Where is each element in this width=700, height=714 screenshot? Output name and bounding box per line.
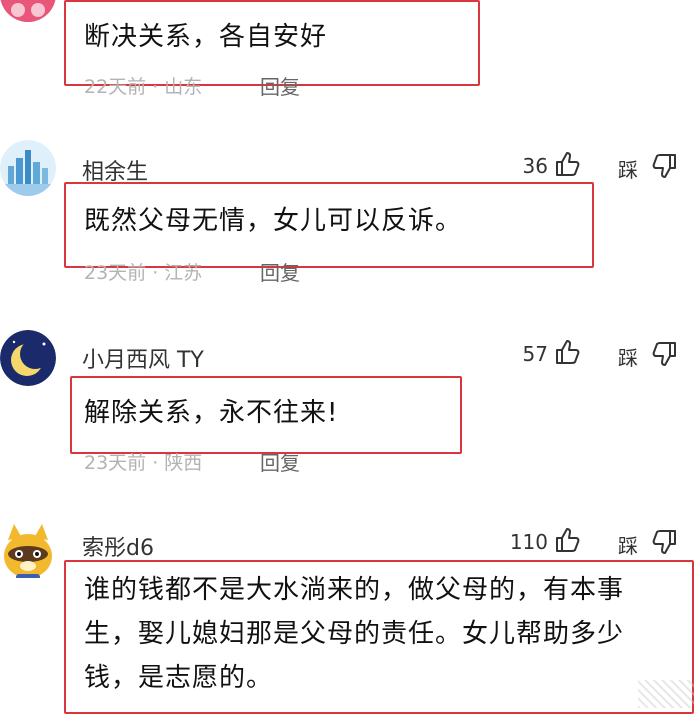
comment-location: 山东 (164, 76, 203, 98)
city-skyline-avatar-icon (0, 140, 56, 196)
thumbs-up-icon[interactable] (554, 526, 582, 554)
comment-location: 江苏 (164, 262, 203, 284)
comment-text: 断决关系，各自安好 (84, 22, 328, 52)
thumbs-up-icon[interactable] (554, 150, 582, 178)
comment-meta: 23天前 · 江苏 (84, 258, 202, 285)
like-count: 57 (522, 342, 548, 366)
avatar[interactable] (0, 140, 56, 196)
comment-meta: 22天前 · 山东 (84, 72, 202, 99)
moon-avatar-icon (0, 330, 56, 386)
username[interactable]: 索彤d6 (82, 530, 154, 562)
comment-date: 23天前 (84, 452, 147, 474)
thumbs-down-icon[interactable] (650, 340, 678, 368)
comment-date: 23天前 (84, 262, 147, 284)
comment-line: 生，娶儿媳妇那是父母的责任。女儿帮助多少 (84, 619, 625, 649)
avatar[interactable] (0, 0, 56, 22)
comment-text: 解除关系，永不往来! (84, 398, 339, 428)
separator: · (152, 262, 159, 284)
comment-date: 22天前 (84, 76, 147, 98)
watermark (638, 680, 694, 708)
thumbs-down-icon[interactable] (650, 528, 678, 556)
separator: · (152, 452, 159, 474)
raccoon-avatar-icon (4, 524, 52, 578)
reply-button[interactable]: 回复 (260, 71, 300, 100)
username[interactable]: 小月西风 TY (82, 342, 204, 374)
comment-location: 陕西 (164, 452, 203, 474)
thumbs-up-icon[interactable] (554, 338, 582, 366)
avatar[interactable] (0, 330, 56, 386)
separator: · (152, 76, 159, 98)
dislike-label: 踩 (618, 534, 638, 558)
comment-meta: 23天前 · 陕西 (84, 448, 202, 475)
comment-line: 谁的钱都不是大水淌来的，做父母的，有本事 (84, 575, 625, 605)
comment-text: 谁的钱都不是大水淌来的，做父母的，有本事 生，娶儿媳妇那是父母的责任。女儿帮助多… (84, 568, 624, 700)
reply-button[interactable]: 回复 (260, 257, 300, 286)
dislike-label: 踩 (618, 158, 638, 182)
reply-button[interactable]: 回复 (260, 447, 300, 476)
like-count: 36 (522, 154, 548, 178)
like-count: 110 (509, 530, 548, 554)
thumbs-down-icon[interactable] (650, 152, 678, 180)
avatar[interactable] (0, 522, 56, 578)
comment-line: 钱，是志愿的。 (84, 663, 274, 693)
comment-text: 既然父母无情，女儿可以反诉。 (84, 206, 463, 236)
dislike-label: 踩 (618, 346, 638, 370)
